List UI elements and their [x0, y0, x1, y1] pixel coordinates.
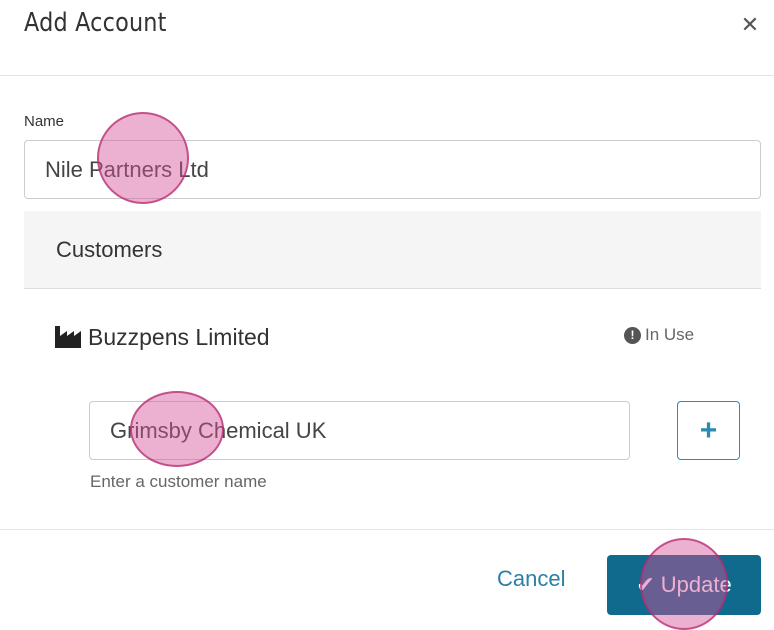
- close-icon[interactable]: ✕: [735, 10, 765, 40]
- customer-list-item: Buzzpens Limited ! In Use: [24, 300, 761, 374]
- customer-name: Buzzpens Limited: [88, 324, 270, 350]
- check-icon: ✔: [636, 572, 655, 597]
- name-input[interactable]: [24, 140, 761, 199]
- add-account-dialog: Add Account ✕ Name Customers Buzzpens Li…: [0, 0, 774, 630]
- info-icon: !: [624, 326, 641, 344]
- customers-section-header: Customers: [24, 211, 761, 289]
- customer-input-helper: Enter a customer name: [90, 472, 267, 491]
- update-button[interactable]: ✔ Update: [607, 555, 761, 615]
- dialog-title: Add Account: [24, 8, 167, 38]
- cancel-button[interactable]: Cancel: [497, 566, 565, 592]
- customers-title: Customers: [56, 237, 163, 262]
- plus-icon: +: [699, 414, 718, 447]
- dialog-header: Add Account ✕: [0, 0, 774, 76]
- footer-divider: [0, 529, 774, 530]
- customer-name-input[interactable]: [89, 401, 630, 460]
- update-label: Update: [660, 572, 732, 597]
- status-label: In Use: [645, 325, 695, 344]
- name-label: Name: [24, 113, 65, 130]
- status-badge: ! In Use: [624, 325, 694, 345]
- factory-icon: [55, 326, 81, 348]
- add-customer-button[interactable]: +: [677, 401, 740, 460]
